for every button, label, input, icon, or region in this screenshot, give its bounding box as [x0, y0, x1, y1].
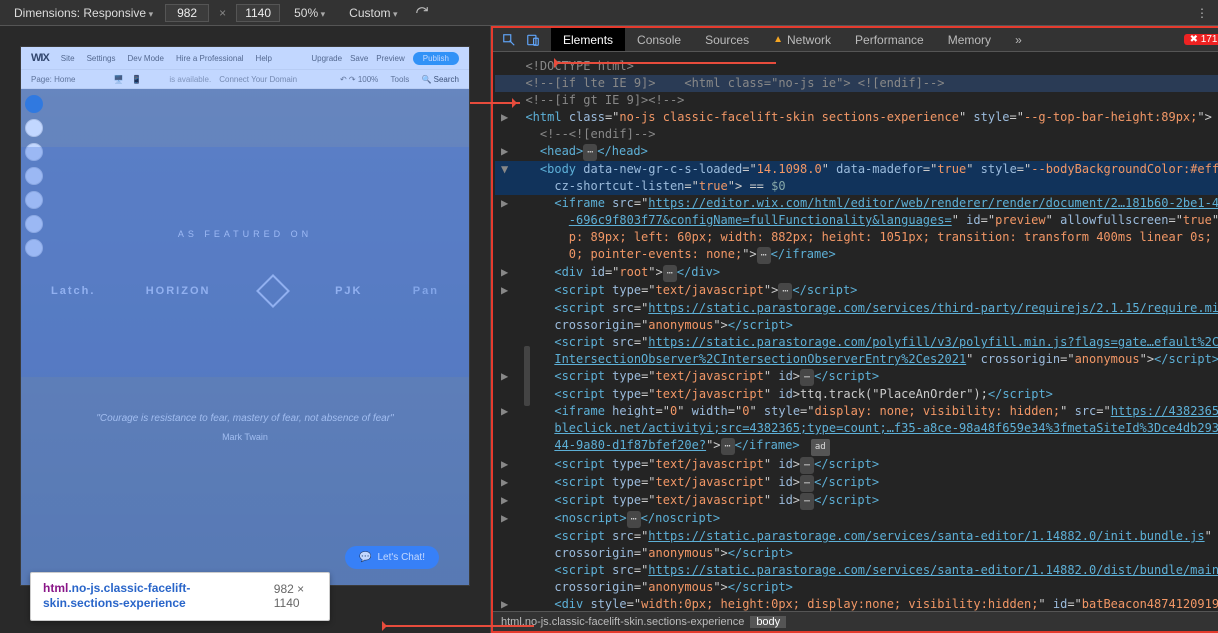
dom-node-line[interactable]: 0; pointer-events: none;">⋯</iframe> — [495, 246, 1218, 264]
dom-node-line[interactable]: crossorigin="anonymous"></script​> — [495, 317, 1218, 334]
dom-node-line[interactable]: ▼ <body data-new-gr-c-s-loaded="14.1098.… — [495, 161, 1218, 178]
breadcrumb-body[interactable]: body — [750, 616, 786, 628]
wix-menu-devmode[interactable]: Dev Mode — [127, 54, 163, 63]
wix-upgrade[interactable]: Upgrade — [311, 54, 342, 63]
mini-search[interactable]: Search — [434, 75, 459, 84]
dom-node-line[interactable]: <script type="text/javascript" id>ttq.tr… — [495, 386, 1218, 403]
chat-icon: 💬 — [359, 552, 371, 563]
inspect-element-icon[interactable] — [497, 28, 521, 52]
wix-tool-2[interactable] — [25, 119, 43, 137]
tab-performance[interactable]: Performance — [843, 28, 936, 51]
domain-avail: is available. — [169, 75, 211, 84]
tooltip-dimensions: 982 × 1140 — [274, 582, 317, 610]
dom-node-line[interactable]: ▶ <iframe src="https://editor.wix.com/ht… — [495, 195, 1218, 212]
dimensions-dropdown[interactable]: Dimensions: Responsive — [6, 6, 161, 20]
kebab-icon[interactable]: ⋮ — [1192, 3, 1212, 23]
dom-node-line[interactable]: ▶ <div style="width:0px; height:0px; dis… — [495, 596, 1218, 611]
height-input[interactable] — [236, 4, 280, 22]
dom-tree[interactable]: <!DOCTYPE html> <!--[if lte IE 9]> <html… — [493, 52, 1218, 611]
breadcrumb-html[interactable]: html.no-js.classic-facelift-skin.section… — [501, 616, 744, 628]
dom-node-line[interactable]: IntersectionObserver%2CIntersectionObser… — [495, 351, 1218, 368]
tab-elements[interactable]: Elements — [551, 28, 625, 51]
dom-node-line[interactable]: ▶ <head>⋯</head> — [495, 143, 1218, 161]
device-preview-pane: WIX Site Settings Dev Mode Hire a Profes… — [0, 26, 491, 633]
tab-network[interactable]: ▲Network — [761, 28, 843, 51]
dom-node-line[interactable]: <!--[if gt IE 9]><!--> — [495, 92, 1218, 109]
dom-node-line[interactable]: ▶ <script type="text/javascript">⋯</scri… — [495, 282, 1218, 300]
annotation-arrow-1 — [556, 62, 776, 64]
dom-breadcrumb[interactable]: html.no-js.classic-facelift-skin.section… — [493, 611, 1218, 631]
wix-preview[interactable]: Preview — [376, 54, 404, 63]
dom-node-line[interactable]: <!DOCTYPE html> — [495, 58, 1218, 75]
wix-topbar: WIX Site Settings Dev Mode Hire a Profes… — [21, 47, 469, 69]
dom-node-line[interactable]: <script src="https://static.parastorage.… — [495, 334, 1218, 351]
element-tooltip: html.no-js.classic-facelift-skin.section… — [30, 572, 330, 621]
dom-node-line[interactable]: <script src="https://static.parastorage.… — [495, 528, 1218, 545]
dom-node-line[interactable]: ▶ <html class="no-js classic-facelift-sk… — [495, 109, 1218, 126]
device-toolbar: Dimensions: Responsive × 50% Custom ⋮ — [0, 0, 1218, 26]
wix-menu-help[interactable]: Help — [256, 54, 272, 63]
wix-menu-site[interactable]: Site — [61, 54, 75, 63]
dom-node-line[interactable]: -696c9f803f77&configName=fullFunctionali… — [495, 212, 1218, 229]
connect-domain[interactable]: Connect Your Domain — [219, 75, 297, 84]
dom-node-line[interactable]: crossorigin="anonymous"></script​> — [495, 579, 1218, 596]
rotate-icon[interactable] — [412, 3, 432, 23]
dom-node-line[interactable]: ▶ <iframe height="0" width="0" style="di… — [495, 403, 1218, 420]
dom-node-line[interactable]: ▶ <script type="text/javascript" id>⋯</s… — [495, 368, 1218, 386]
zoom-dropdown[interactable]: 50% — [284, 6, 335, 20]
wix-menu-settings[interactable]: Settings — [87, 54, 116, 63]
dom-node-line[interactable]: p: 89px; left: 60px; width: 882px; heigh… — [495, 229, 1218, 246]
ruler — [0, 28, 490, 46]
wix-menu-hire[interactable]: Hire a Professional — [176, 54, 244, 63]
dom-node-line[interactable]: <script src="https://static.parastorage.… — [495, 300, 1218, 317]
dom-node-line[interactable]: ▶ <script type="text/javascript" id>⋯</s… — [495, 456, 1218, 474]
annotation-arrow-3 — [384, 625, 534, 627]
tab-console[interactable]: Console — [625, 28, 693, 51]
dimension-separator: × — [213, 6, 232, 20]
devtools-tabbar: Elements Console Sources ▲Network Perfor… — [493, 26, 1218, 52]
dom-node-line[interactable]: 44-9a80-d1f87bfef20e?">⋯</iframe> ad — [495, 437, 1218, 456]
wix-save[interactable]: Save — [350, 54, 368, 63]
tab-sources[interactable]: Sources — [693, 28, 761, 51]
wix-tool-add[interactable] — [25, 95, 43, 113]
pane-splitter[interactable] — [524, 346, 530, 406]
dom-node-line[interactable]: ▶ <script type="text/javascript" id>⋯</s… — [495, 474, 1218, 492]
dom-node-line[interactable]: ▶ <script type="text/javascript" id>⋯</s… — [495, 492, 1218, 510]
dom-node-line[interactable]: ▶ <noscript>⋯</noscript> — [495, 510, 1218, 528]
devtools-panel: Elements Console Sources ▲Network Perfor… — [491, 26, 1218, 633]
lets-chat-label: Let's Chat! — [378, 552, 426, 563]
page-label[interactable]: Page: Home — [31, 75, 75, 84]
annotation-arrow-2 — [470, 102, 520, 104]
wix-logo: WIX — [31, 52, 49, 64]
warning-triangle-icon: ▲ — [773, 34, 783, 45]
device-frame[interactable]: WIX Site Settings Dev Mode Hire a Profes… — [20, 46, 470, 586]
dom-node-line[interactable]: <script src="https://static.parastorage.… — [495, 562, 1218, 579]
dom-node-line[interactable]: crossorigin="anonymous"></script​> — [495, 545, 1218, 562]
device-toggle-icon[interactable] — [521, 28, 545, 52]
width-input[interactable] — [165, 4, 209, 22]
dom-node-line[interactable]: <!--<![endif]--> — [495, 126, 1218, 143]
dom-node-line[interactable]: bleclick.net/activityi;src=4382365;type=… — [495, 420, 1218, 437]
quote-text: "Courage is resistance to fear, mastery … — [96, 413, 393, 424]
quote-author: Mark Twain — [96, 432, 393, 442]
dom-node-line[interactable]: ▶ <div id="root">⋯</div> — [495, 264, 1218, 282]
dom-node-line[interactable]: <!--[if lte IE 9]> <html class="no-js ie… — [495, 75, 1218, 92]
wix-publish-button[interactable]: Publish — [413, 52, 459, 65]
throttling-dropdown[interactable]: Custom — [339, 6, 407, 20]
inspect-overlay-inner — [21, 147, 469, 377]
tooltip-tagname: html — [43, 581, 68, 595]
tab-memory[interactable]: Memory — [936, 28, 1003, 51]
tab-overflow[interactable]: » — [1003, 28, 1034, 51]
wix-subbar: Page: Home 🖥️ 📱 is available. Connect Yo… — [21, 69, 469, 89]
tools-label[interactable]: Tools — [391, 75, 410, 84]
dom-node-line[interactable]: cz-shortcut-listen="true"> == $0 — [495, 178, 1218, 195]
lets-chat-button[interactable]: 💬 Let's Chat! — [345, 546, 439, 569]
zoom-pct: 100% — [358, 75, 378, 84]
error-count-badge[interactable]: ✖ 171 — [1184, 34, 1218, 45]
